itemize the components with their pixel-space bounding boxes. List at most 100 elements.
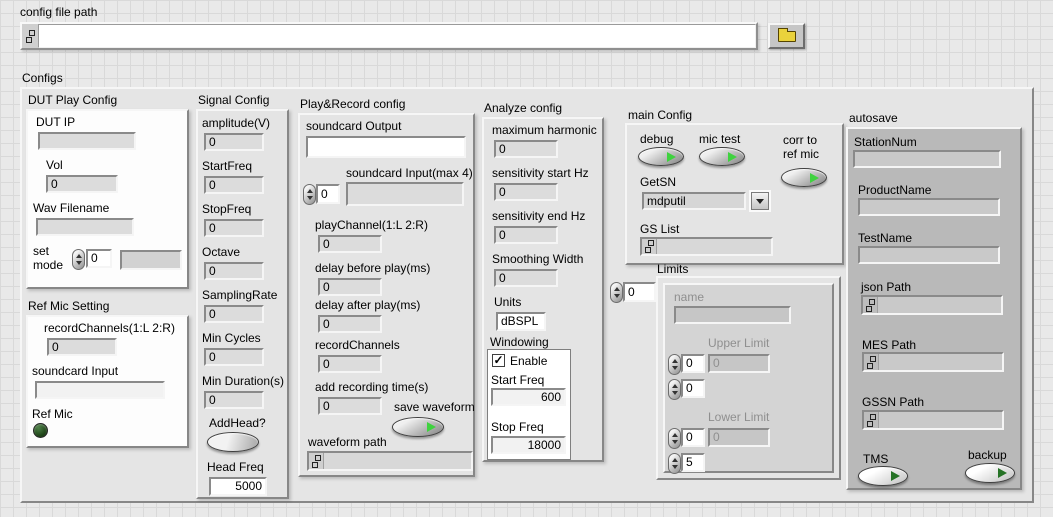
windowing-stopfreq-field[interactable]: 18000 xyxy=(491,436,566,454)
gssn-path-input[interactable] xyxy=(862,410,1004,430)
upper-limit-field: 0 xyxy=(708,354,770,373)
maximum-harmonic-field[interactable]: 0 xyxy=(494,140,558,158)
path-type-icon xyxy=(864,354,879,370)
path-type-icon xyxy=(22,24,38,48)
min-duration-field[interactable]: 0 xyxy=(204,391,264,409)
dark-green-arrow-icon xyxy=(891,471,900,481)
save-waveform-button[interactable] xyxy=(392,417,444,437)
windowing-startfreq-label: Start Freq xyxy=(491,373,544,387)
windowing-enable-label: Enable xyxy=(510,354,547,368)
units-label: Units xyxy=(494,295,521,309)
soundcard-input-field[interactable] xyxy=(346,182,464,206)
windowing-enable-checkbox[interactable]: ✓ xyxy=(492,354,505,367)
json-path-input[interactable] xyxy=(861,295,1003,315)
delay-before-play-field[interactable]: 0 xyxy=(318,278,382,296)
record-channels-field[interactable]: 0 xyxy=(47,338,117,356)
soundcard-input-max4-label: soundcard Input(max 4) xyxy=(346,166,473,180)
soundcard-input-index[interactable]: 0 xyxy=(316,184,340,204)
dut-ip-field[interactable] xyxy=(38,132,136,150)
units-field[interactable]: dBSPL xyxy=(496,312,546,331)
set-mode-value[interactable]: 0 xyxy=(86,249,112,268)
labview-front-panel: config file path Configs DUT Play Config… xyxy=(0,0,1053,517)
backup-label: backup xyxy=(968,448,1007,462)
config-file-path-input[interactable] xyxy=(38,24,756,48)
dark-green-arrow-icon xyxy=(998,468,1007,478)
ref-mic-setting-title: Ref Mic Setting xyxy=(28,299,109,313)
head-freq-field[interactable]: 5000 xyxy=(209,477,267,496)
pr-recordchannels-field[interactable]: 0 xyxy=(318,355,382,373)
upper-limit-col-index[interactable]: 0 xyxy=(681,379,705,398)
mes-path-input[interactable] xyxy=(862,352,1004,372)
amplitude-field[interactable]: 0 xyxy=(204,133,264,151)
stationnum-field[interactable] xyxy=(853,150,1001,168)
dut-play-config-cluster: DUT IP Vol 0 Wav Filename set mode 0 xyxy=(26,109,189,289)
sensitivity-end-field[interactable]: 0 xyxy=(494,226,558,244)
vol-label: Vol xyxy=(46,158,63,172)
upper-limit-row-spinner[interactable] xyxy=(668,354,681,375)
upper-limit-col-spinner[interactable] xyxy=(668,379,681,400)
playchannel-field[interactable]: 0 xyxy=(318,235,382,253)
delay-after-play-field[interactable]: 0 xyxy=(318,315,382,333)
productname-field[interactable] xyxy=(858,198,1000,216)
getsn-dropdown[interactable]: mdputil xyxy=(642,192,746,210)
mic-test-label: mic test xyxy=(699,132,740,146)
lower-limit-row-index[interactable]: 0 xyxy=(681,428,705,447)
autosave-cluster: StationNum ProductName TestName json Pat… xyxy=(846,127,1022,490)
stationnum-label: StationNum xyxy=(854,135,917,149)
startfreq-field[interactable]: 0 xyxy=(204,176,264,194)
green-arrow-icon xyxy=(427,422,436,432)
add-recording-time-field[interactable]: 0 xyxy=(318,397,382,415)
stopfreq-field[interactable]: 0 xyxy=(204,219,264,237)
lower-limit-col-index[interactable]: 5 xyxy=(681,453,705,472)
smoothing-width-label: Smoothing Width xyxy=(492,252,583,266)
octave-field[interactable]: 0 xyxy=(204,262,264,280)
path-type-icon xyxy=(864,412,879,428)
windowing-startfreq-field[interactable]: 600 xyxy=(491,388,566,406)
record-channels-label: recordChannels(1:L 2:R) xyxy=(44,321,175,335)
vol-field[interactable]: 0 xyxy=(46,175,118,193)
tms-button[interactable] xyxy=(858,466,908,486)
gs-list-label: GS List xyxy=(640,222,679,236)
lower-limit-row-spinner[interactable] xyxy=(668,428,681,449)
backup-button[interactable] xyxy=(965,463,1015,483)
browse-button[interactable] xyxy=(768,23,805,49)
upper-limit-row-index[interactable]: 0 xyxy=(681,354,705,373)
green-arrow-icon xyxy=(810,173,819,183)
soundcard-output-field[interactable] xyxy=(306,136,466,158)
path-type-icon xyxy=(642,239,657,254)
productname-label: ProductName xyxy=(858,183,931,197)
set-mode-spinner[interactable] xyxy=(72,249,85,270)
analyze-config-cluster: maximum harmonic 0 sensitivity start Hz … xyxy=(482,117,604,462)
gs-list-input[interactable] xyxy=(640,237,773,256)
addhead-button[interactable] xyxy=(207,432,259,452)
limits-array-frame: name Upper Limit 0 0 0 Lower Limit 0 0 5 xyxy=(656,276,841,480)
sensitivity-end-label: sensitivity end Hz xyxy=(492,209,585,223)
analyze-config-title: Analyze config xyxy=(484,101,562,115)
min-cycles-field[interactable]: 0 xyxy=(204,348,264,366)
refmic-soundcard-input-field[interactable] xyxy=(35,381,165,399)
mic-test-button[interactable] xyxy=(699,147,745,166)
config-file-path-label: config file path xyxy=(20,5,97,19)
limits-index[interactable]: 0 xyxy=(623,282,656,302)
wav-filename-field[interactable] xyxy=(36,218,134,236)
corr-to-ref-mic-button[interactable] xyxy=(781,168,827,187)
green-arrow-icon xyxy=(728,152,737,162)
lower-limit-col-spinner[interactable] xyxy=(668,453,681,474)
waveform-path-input[interactable] xyxy=(307,451,473,471)
getsn-dropdown-button[interactable] xyxy=(751,192,769,210)
config-file-path-control[interactable] xyxy=(20,22,758,50)
soundcard-input-index-spinner[interactable] xyxy=(303,184,316,205)
samplingrate-field[interactable]: 0 xyxy=(204,305,264,323)
addhead-label: AddHead? xyxy=(209,416,266,430)
smoothing-width-field[interactable]: 0 xyxy=(494,269,558,287)
debug-button[interactable] xyxy=(638,147,684,166)
testname-field[interactable] xyxy=(858,246,1000,264)
stopfreq-label: StopFreq xyxy=(202,202,251,216)
maximum-harmonic-label: maximum harmonic xyxy=(492,123,597,137)
signal-config-cluster: amplitude(V) 0 StartFreq 0 StopFreq 0 Oc… xyxy=(196,109,289,499)
windowing-title: Windowing xyxy=(490,335,549,349)
limits-index-spinner[interactable] xyxy=(610,282,623,303)
pr-recordchannels-label: recordChannels xyxy=(315,338,400,352)
sensitivity-start-field[interactable]: 0 xyxy=(494,183,558,201)
delay-after-play-label: delay after play(ms) xyxy=(315,298,420,312)
